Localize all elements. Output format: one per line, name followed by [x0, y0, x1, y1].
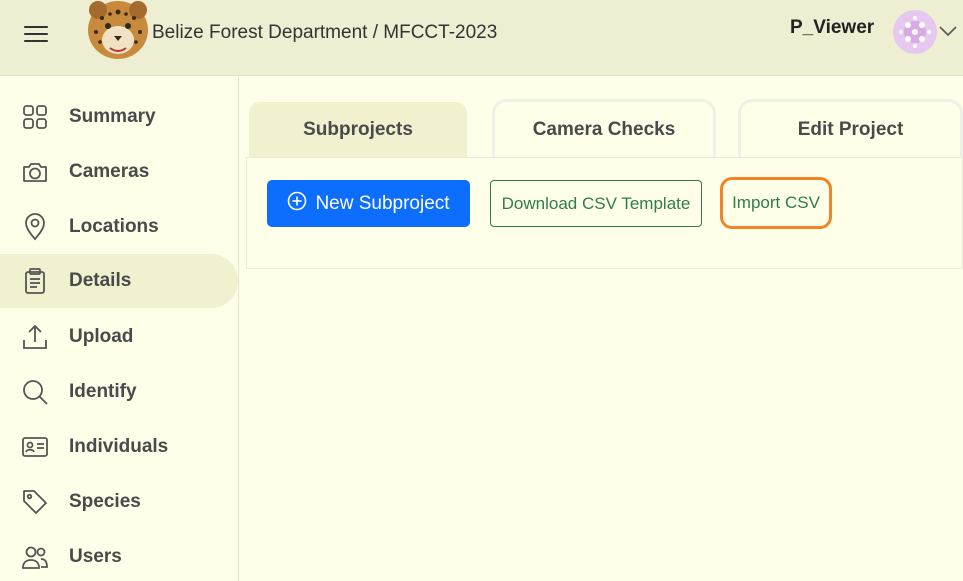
- search-icon: [21, 378, 49, 406]
- sidebar-item-locations[interactable]: Locations: [0, 200, 238, 254]
- sidebar-item-cameras[interactable]: Cameras: [0, 145, 238, 199]
- clipboard-icon: [21, 267, 49, 295]
- sidebar-item-label: Individuals: [69, 436, 169, 457]
- users-icon: [21, 543, 49, 571]
- sidebar-item-label: Species: [69, 491, 141, 512]
- sidebar-item-identify[interactable]: Identify: [0, 365, 238, 419]
- tab-label: Edit Project: [797, 118, 904, 140]
- grid-icon: [21, 103, 49, 131]
- sidebar-item-individuals[interactable]: Individuals: [0, 420, 238, 474]
- new-subproject-label: New Subproject: [315, 192, 450, 214]
- tab-label: Subprojects: [303, 118, 413, 140]
- sidebar-item-summary[interactable]: Summary: [0, 90, 238, 144]
- sidebar-item-label: Summary: [69, 106, 156, 127]
- sidebar-item-details[interactable]: Details: [0, 254, 238, 308]
- sidebar-item-upload[interactable]: Upload: [0, 310, 238, 364]
- sidebar-item-label: Details: [69, 270, 132, 291]
- jaguar-logo: [84, 0, 152, 62]
- tab-edit-project[interactable]: Edit Project: [738, 99, 963, 157]
- download-csv-template-label: Download CSV Template: [501, 193, 691, 213]
- plus-circle-icon: [287, 191, 307, 217]
- top-header: Belize Forest Department / MFCCT-2023 P_…: [0, 0, 963, 76]
- camera-icon: [21, 158, 49, 186]
- tag-icon: [21, 488, 49, 516]
- sidebar-item-label: Upload: [69, 326, 134, 347]
- chevron-down-icon[interactable]: [938, 23, 958, 39]
- id-card-icon: [21, 433, 49, 461]
- sidebar-item-label: Cameras: [69, 161, 150, 182]
- import-csv-label: Import CSV: [732, 193, 820, 212]
- sidebar-item-label: Identify: [69, 381, 137, 402]
- sidebar-item-label: Users: [69, 546, 122, 567]
- tab-camera-checks[interactable]: Camera Checks: [492, 99, 716, 157]
- new-subproject-button[interactable]: New Subproject: [267, 180, 470, 227]
- upload-icon: [21, 323, 49, 351]
- tab-label: Camera Checks: [532, 118, 676, 140]
- map-pin-icon: [21, 213, 49, 241]
- tab-subprojects[interactable]: Subprojects: [246, 99, 470, 157]
- avatar[interactable]: [893, 10, 937, 54]
- sidebar: Summary Cameras Locations Details Upload…: [0, 77, 239, 581]
- sidebar-item-users[interactable]: Users: [0, 530, 238, 581]
- username-label: P_Viewer: [790, 17, 875, 38]
- menu-icon[interactable]: [24, 24, 50, 44]
- download-csv-template-button[interactable]: Download CSV Template: [490, 180, 702, 227]
- sidebar-item-label: Locations: [69, 216, 159, 237]
- page-title: Belize Forest Department / MFCCT-2023: [152, 22, 498, 43]
- sidebar-item-species[interactable]: Species: [0, 475, 238, 529]
- import-csv-button[interactable]: Import CSV: [720, 177, 832, 229]
